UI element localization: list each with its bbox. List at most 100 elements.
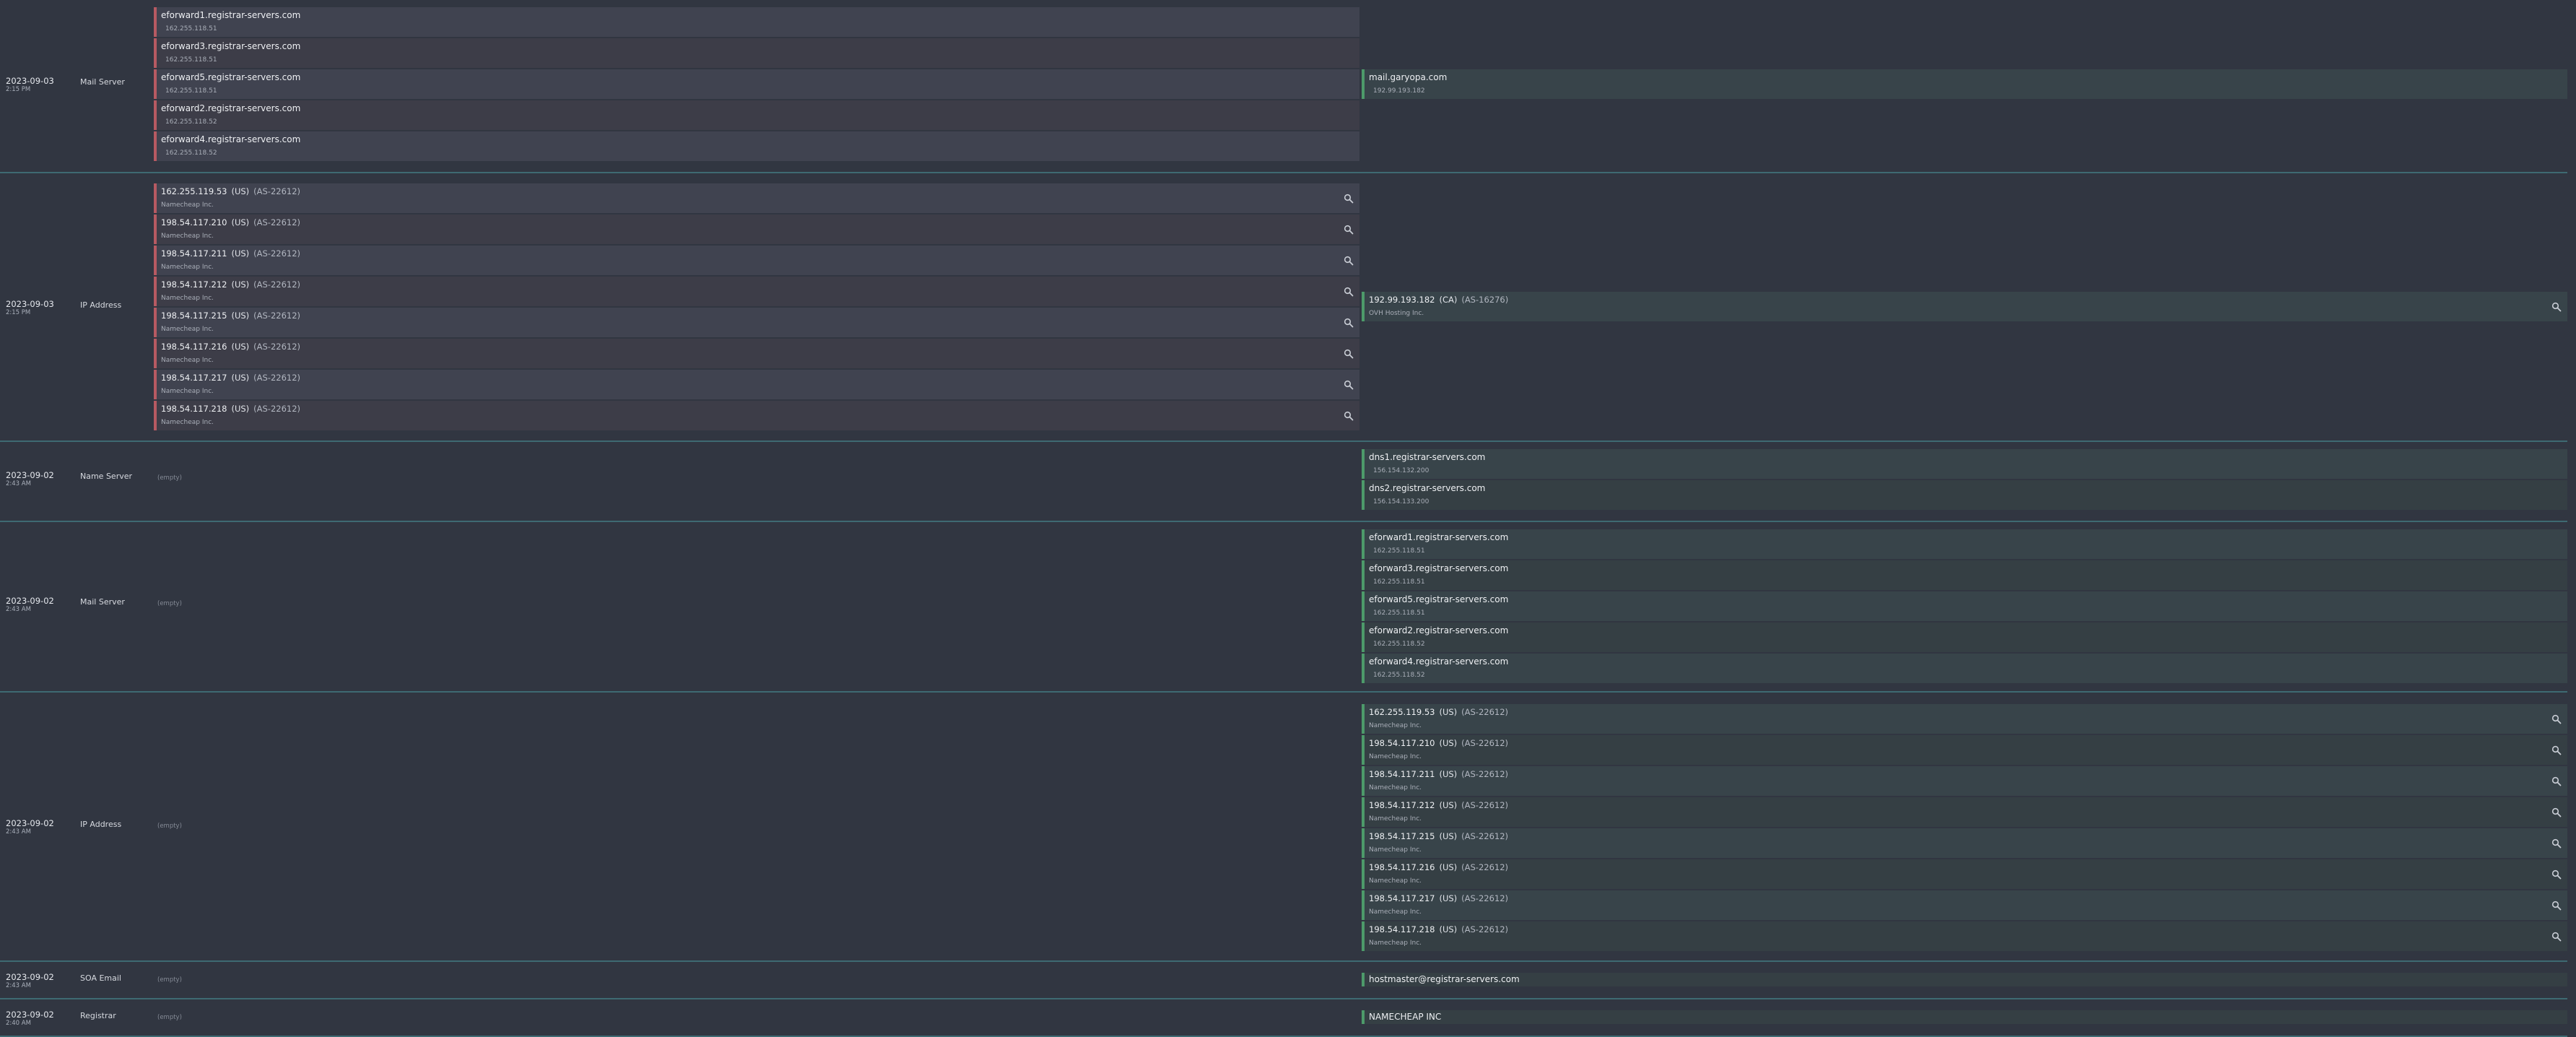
ip-address[interactable]: 198.54.117.217 [161,373,227,383]
ip-address[interactable]: 198.54.117.212 [1369,800,1435,810]
record-type: SOA Email [80,973,121,983]
added-record: eforward1.registrar-servers.com 162.255.1… [1362,529,2567,559]
asn-number: (AS-22612) [253,248,301,259]
ip-line: 198.54.117.215 (US) (AS-22612) [1369,831,1508,841]
ip-line: 198.54.117.218 (US) (AS-22612) [161,404,300,414]
country-code: (US) [1439,800,1458,810]
magnifier-icon[interactable] [1344,225,1354,235]
time-text: 2:15 PM [6,309,31,316]
ip-address[interactable]: 198.54.117.210 [161,217,227,227]
ip-line: 198.54.117.210 (US) (AS-22612) [161,217,300,227]
added-record: mail.garyopa.com 192.99.193.182 [1362,69,2567,99]
change-date: 2023-09-03 2:15 PM [6,299,54,317]
ip-address[interactable]: 198.54.117.216 [1369,862,1435,872]
ip-address[interactable]: 198.54.117.215 [1369,831,1435,841]
old-value-empty: (empty) [157,823,182,830]
ip-address[interactable]: 198.54.117.211 [161,248,227,259]
record-hostname[interactable]: eforward4.registrar-servers.com [1369,656,1508,667]
record-hostname[interactable]: eforward1.registrar-servers.com [1369,532,1508,542]
record-hostname[interactable]: eforward3.registrar-servers.com [161,41,300,51]
old-value-empty: (empty) [157,1014,182,1021]
magnifier-icon[interactable] [1344,194,1354,204]
asn-number: (AS-22612) [253,373,301,383]
record-hostname[interactable]: eforward3.registrar-servers.com [1369,563,1508,573]
magnifier-icon[interactable] [1344,287,1354,297]
record-hostname[interactable]: dns1.registrar-servers.com [1369,452,1485,462]
country-code: (CA) [1439,295,1458,305]
magnifier-icon[interactable] [1344,349,1354,359]
added-ip-record: 198.54.117.212 (US) (AS-22612) Namecheap In… [1362,797,2567,827]
record-ip: 162.255.118.51 [1373,547,1425,555]
added-ip-record: 192.99.193.182 (CA) (AS-16276) OVH Hosting … [1362,292,2567,321]
asn-number: (AS-22612) [253,217,301,227]
ip-line: 198.54.117.211 (US) (AS-22612) [161,248,300,259]
ip-organization: Namecheap Inc. [1369,815,1422,823]
magnifier-icon[interactable] [2551,838,2562,849]
country-code: (US) [231,342,250,352]
record-hostname[interactable]: eforward5.registrar-servers.com [1369,594,1508,604]
record-hostname[interactable]: eforward2.registrar-servers.com [1369,625,1508,635]
country-code: (US) [231,404,250,414]
ip-line: 198.54.117.211 (US) (AS-22612) [1369,769,1508,779]
added-ip-record: 198.54.117.215 (US) (AS-22612) Namecheap In… [1362,828,2567,858]
record-type: Registrar [80,1011,116,1020]
date-text: 2023-09-03 [6,76,54,86]
ip-address[interactable]: 198.54.117.218 [161,404,227,414]
record-type: IP Address [80,820,122,829]
ip-organization: Namecheap Inc. [161,264,214,271]
ip-address[interactable]: 162.255.119.53 [1369,707,1435,717]
magnifier-icon[interactable] [1344,411,1354,421]
added-value: NAMECHEAP INC [1362,1010,2567,1024]
new-value-text[interactable]: NAMECHEAP INC [1369,1012,1441,1022]
ip-address[interactable]: 198.54.117.215 [161,311,227,321]
ip-address[interactable]: 198.54.117.217 [1369,893,1435,903]
ip-address[interactable]: 162.255.119.53 [161,186,227,196]
added-record: eforward5.registrar-servers.com 162.255.1… [1362,591,2567,621]
record-hostname[interactable]: mail.garyopa.com [1369,72,1447,82]
record-hostname[interactable]: eforward1.registrar-servers.com [161,10,300,20]
added-record: eforward3.registrar-servers.com 162.255.1… [1362,560,2567,590]
magnifier-icon[interactable] [2551,869,2562,880]
magnifier-icon[interactable] [2551,807,2562,817]
ip-address[interactable]: 198.54.117.210 [1369,738,1435,748]
time-text: 2:43 AM [6,606,31,613]
record-hostname[interactable]: dns2.registrar-servers.com [1369,483,1485,493]
added-record: eforward2.registrar-servers.com 162.255.1… [1362,622,2567,652]
ip-organization: Namecheap Inc. [1369,784,1422,791]
added-ip-record: 198.54.117.210 (US) (AS-22612) Namecheap In… [1362,735,2567,765]
magnifier-icon[interactable] [2551,776,2562,786]
ip-address[interactable]: 198.54.117.218 [1369,924,1435,934]
ip-organization: Namecheap Inc. [1369,846,1422,854]
ip-address[interactable]: 198.54.117.212 [161,279,227,290]
new-value-text[interactable]: hostmaster@registrar-servers.com [1369,974,1520,984]
magnifier-icon[interactable] [1344,380,1354,390]
magnifier-icon[interactable] [1344,256,1354,266]
magnifier-icon[interactable] [2551,932,2562,942]
ip-organization: Namecheap Inc. [161,388,214,395]
magnifier-icon[interactable] [1344,318,1354,328]
ip-organization: Namecheap Inc. [161,357,214,364]
ip-line: 192.99.193.182 (CA) (AS-16276) [1369,295,1508,305]
magnifier-icon[interactable] [2551,714,2562,724]
magnifier-icon[interactable] [2551,302,2562,312]
ip-organization: Namecheap Inc. [1369,908,1422,916]
record-hostname[interactable]: eforward4.registrar-servers.com [161,134,300,144]
asn-number: (AS-22612) [253,342,301,352]
ip-address[interactable]: 198.54.117.216 [161,342,227,352]
removed-ip-record: 198.54.117.212 (US) (AS-22612) Namecheap In… [154,277,1359,306]
ip-organization: Namecheap Inc. [161,326,214,333]
ip-address[interactable]: 198.54.117.211 [1369,769,1435,779]
ip-line: 198.54.117.215 (US) (AS-22612) [161,311,300,321]
ip-address[interactable]: 192.99.193.182 [1369,295,1435,305]
magnifier-icon[interactable] [2551,901,2562,911]
country-code: (US) [231,248,250,259]
time-text: 2:43 AM [6,480,31,487]
record-hostname[interactable]: eforward2.registrar-servers.com [161,103,300,113]
record-hostname[interactable]: eforward5.registrar-servers.com [161,72,300,82]
asn-number: (AS-22612) [253,404,301,414]
ip-line: 198.54.117.217 (US) (AS-22612) [161,373,300,383]
magnifier-icon[interactable] [2551,745,2562,755]
country-code: (US) [231,217,250,227]
record-ip: 192.99.193.182 [1373,87,1425,95]
removed-ip-record: 162.255.119.53 (US) (AS-22612) Namecheap In… [154,183,1359,213]
